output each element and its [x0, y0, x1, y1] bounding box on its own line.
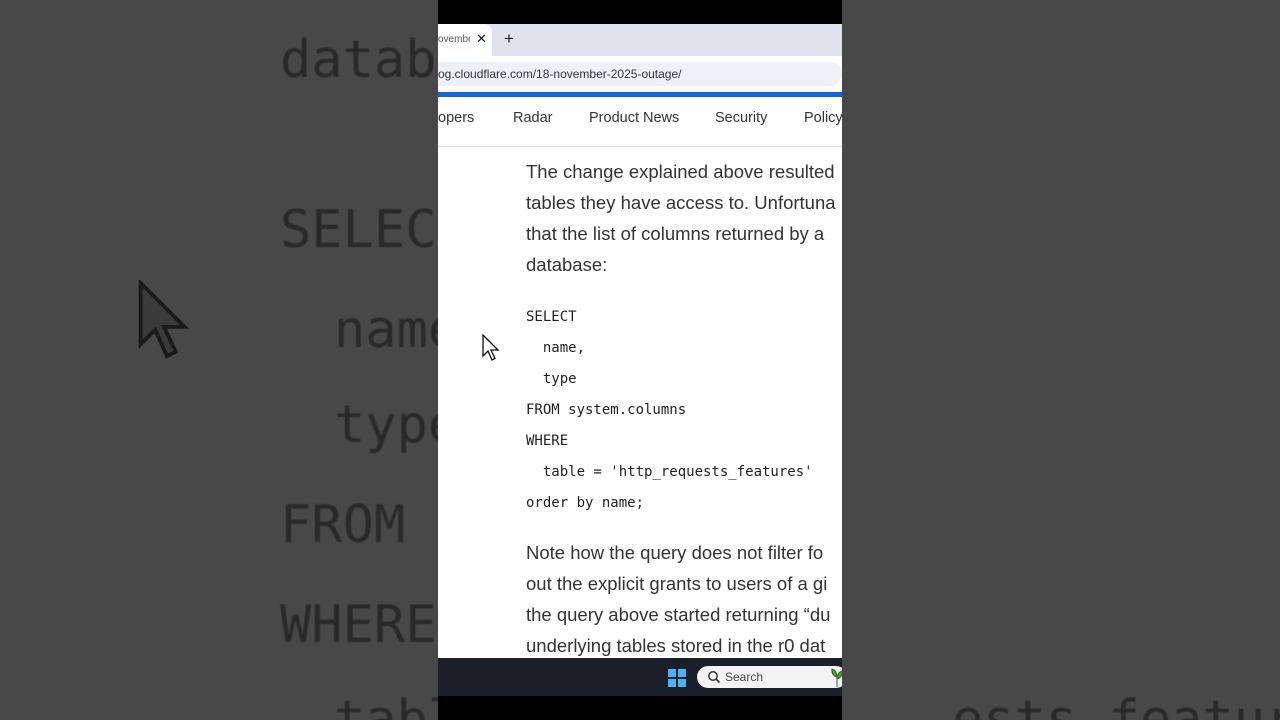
paragraph-line: that the list of columns returned by a	[526, 223, 825, 244]
bg-text-line: datab	[280, 30, 437, 90]
code-line: table = 'http_requests_features'	[526, 464, 813, 480]
code-line: SELECT	[526, 309, 577, 325]
search-label: Search	[725, 670, 764, 684]
url-field[interactable]: og.cloudflare.com/18-november-2025-outag…	[438, 62, 842, 86]
background-zoom-right: ests_features'	[842, 0, 1280, 720]
url-text: og.cloudflare.com/18-november-2025-outag…	[438, 67, 682, 81]
bg-text-line: type	[334, 395, 438, 455]
mouse-pointer-icon	[482, 334, 500, 361]
tab-title: ovembe	[438, 34, 470, 45]
bg-text-line: SELECT	[280, 200, 438, 260]
cursor-icon	[138, 280, 190, 359]
code-line: FROM system.columns	[526, 402, 687, 418]
article-content: The change explained above resulted tabl…	[438, 147, 842, 658]
site-nav: opers Radar Product News Security Policy	[438, 97, 842, 147]
taskbar: Search	[438, 658, 842, 696]
paragraph-line: the query above started returning “du	[526, 604, 831, 625]
paragraph-line: Note how the query does not filter fo	[526, 542, 824, 563]
taskbar-search[interactable]: Search	[697, 666, 842, 688]
paragraph-line: tables they have access to. Unfortuna	[526, 192, 836, 213]
nav-item-product-news[interactable]: Product News	[589, 110, 679, 126]
paragraph-line: out the explicit grants to users of a gi	[526, 573, 828, 594]
code-line: WHERE	[526, 433, 569, 449]
nav-item-radar[interactable]: Radar	[513, 110, 553, 126]
screen-frame: ovembe ✕ + og.cloudflare.com/18-november…	[438, 0, 842, 720]
search-icon	[708, 671, 721, 684]
paragraph-line: The change explained above resulted	[526, 161, 835, 182]
code-line: order by name;	[526, 495, 645, 511]
plant-icon	[831, 668, 842, 687]
paragraph-line: database:	[526, 254, 608, 275]
nav-item-developers[interactable]: opers	[438, 110, 474, 126]
bg-text-line: WHERE	[280, 595, 437, 655]
bg-text-line: name	[334, 300, 438, 360]
nav-item-policy[interactable]: Policy	[804, 110, 842, 126]
bg-text-line: FROM s	[280, 495, 438, 555]
code-line: type	[526, 371, 577, 387]
windows-start-icon[interactable]	[668, 669, 686, 687]
bg-text-line: ests_features'	[952, 690, 1280, 720]
address-bar: og.cloudflare.com/18-november-2025-outag…	[438, 56, 842, 92]
bg-text-line: tabl	[334, 690, 438, 720]
new-tab-button[interactable]: +	[504, 29, 514, 49]
code-line: name,	[526, 340, 586, 356]
paragraph-line: underlying tables stored in the r0 dat	[526, 635, 826, 656]
background-zoom-left: datab SELECT name type FROM s WHERE tabl	[0, 0, 438, 720]
nav-item-security[interactable]: Security	[715, 110, 767, 126]
close-tab-icon[interactable]: ✕	[476, 31, 487, 47]
tab-bar: ovembe ✕ +	[438, 24, 842, 56]
browser-tab[interactable]: ovembe ✕	[438, 24, 492, 56]
